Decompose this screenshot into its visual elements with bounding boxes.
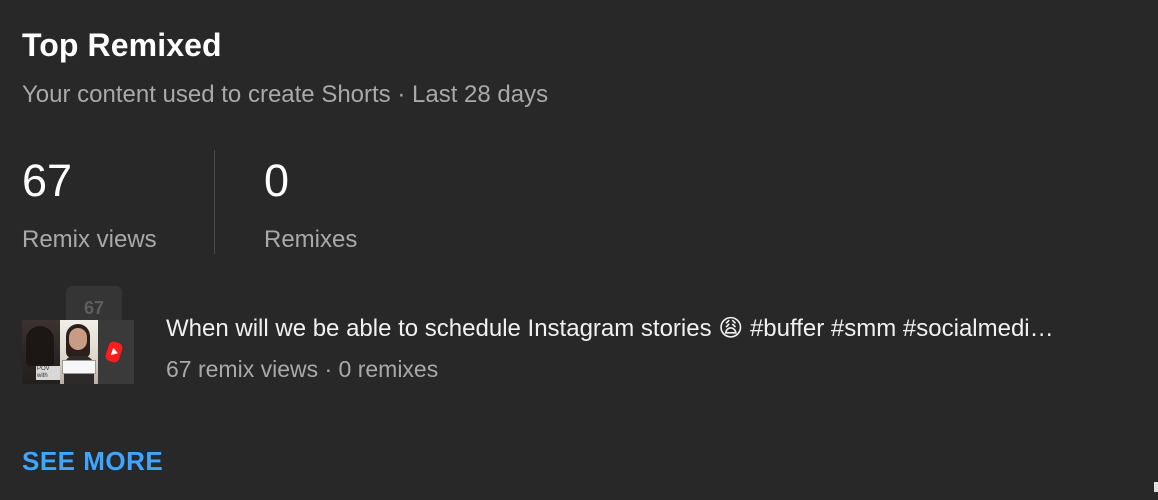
metric-divider [214,150,215,254]
shorts-logo-icon [104,340,124,364]
top-remixed-video-row[interactable]: 67 POV with When will we be able to sche… [22,286,1142,386]
video-thumbnail[interactable]: POV with [22,320,134,384]
see-more-button[interactable]: SEE MORE [22,446,163,477]
metric-label: Remix views [22,226,157,253]
metric-remix-views: 67 Remix views [22,156,157,254]
card-title: Top Remixed [22,27,222,63]
thumbnail-left-frame: POV with [22,320,62,384]
metric-label: Remixes [264,226,358,253]
video-meta: 67 remix views · 0 remixes [166,356,439,382]
thumbnail-caption: POV with [36,366,61,380]
metric-value: 0 [264,155,290,206]
video-title[interactable]: When will we be able to schedule Instagr… [166,314,1132,343]
metric-remixes: 0 Remixes [264,156,357,254]
mouse-cursor-icon [1154,482,1158,492]
thumbnail-right-frame [98,320,134,384]
metric-value: 67 [22,155,73,206]
video-thumbnail-stack[interactable]: 67 POV with [22,286,134,386]
card-subtitle: Your content used to create Shorts · Las… [22,81,549,108]
thumbnail-center-frame [60,320,98,384]
